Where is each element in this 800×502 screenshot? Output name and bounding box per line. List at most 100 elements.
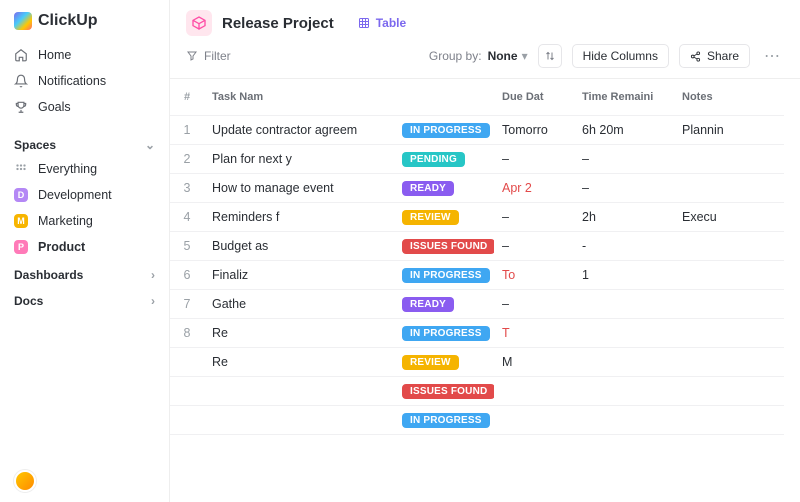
- cell-name: Re: [204, 349, 394, 375]
- cell-name: Plan for next y: [204, 146, 394, 172]
- cell-num: [170, 385, 204, 397]
- table-row[interactable]: ISSUES FOUND: [170, 377, 784, 406]
- cell-status: ISSUES FOUND: [394, 232, 494, 260]
- status-badge: ISSUES FOUND: [402, 239, 494, 254]
- sidebar-spaces-label: Spaces: [14, 138, 56, 152]
- space-item-development[interactable]: DDevelopment: [0, 182, 169, 208]
- table-row[interactable]: 3How to manage eventREADYApr 2–: [170, 174, 784, 203]
- groupby-selector[interactable]: Group by: None ▾: [429, 49, 528, 63]
- sidebar-label-home: Home: [38, 48, 71, 62]
- cell-name: Re: [204, 320, 394, 346]
- share-label: Share: [707, 49, 739, 63]
- col-notes[interactable]: Notes: [674, 85, 754, 109]
- col-num[interactable]: #: [170, 85, 204, 109]
- sort-button[interactable]: [538, 44, 562, 68]
- table-row[interactable]: 7GatheREADY–: [170, 290, 784, 319]
- sidebar-label-everything: Everything: [38, 162, 97, 176]
- status-badge: REVIEW: [402, 210, 459, 225]
- sidebar-dashboards-header[interactable]: Dashboards ›: [0, 260, 169, 286]
- sidebar-item-goals[interactable]: Goals: [0, 94, 169, 120]
- col-due[interactable]: Due Dat: [494, 85, 574, 109]
- cell-due: M: [494, 349, 574, 375]
- filter-button[interactable]: Filter: [186, 49, 231, 63]
- view-tab-label: Table: [376, 16, 406, 30]
- cell-due: Tomorro: [494, 117, 574, 143]
- space-item-product[interactable]: PProduct: [0, 234, 169, 260]
- cell-num: [170, 414, 204, 426]
- avatar[interactable]: [14, 470, 36, 492]
- sidebar-item-notifications[interactable]: Notifications: [0, 68, 169, 94]
- table-body: 1Update contractor agreemIN PROGRESSTomo…: [170, 116, 784, 435]
- cell-time: [574, 298, 674, 310]
- status-badge: ISSUES FOUND: [402, 384, 494, 399]
- space-badge-icon: D: [14, 188, 28, 202]
- share-button[interactable]: Share: [679, 44, 750, 68]
- sidebar-item-home[interactable]: Home: [0, 42, 169, 68]
- task-table: # Task Nam Due Dat Time Remaini Notes 1U…: [170, 79, 800, 502]
- cell-status: REVIEW: [394, 203, 494, 231]
- table-row[interactable]: IN PROGRESS: [170, 406, 784, 435]
- cell-due: –: [494, 291, 574, 317]
- groupby-value: None: [488, 49, 518, 63]
- cell-status: IN PROGRESS: [394, 406, 494, 434]
- cell-time: [574, 356, 674, 368]
- space-item-marketing[interactable]: MMarketing: [0, 208, 169, 234]
- table-row[interactable]: 2Plan for next yPENDING––: [170, 145, 784, 174]
- cell-num: 7: [170, 291, 204, 317]
- cell-name: Finaliz: [204, 262, 394, 288]
- cell-notes: [674, 356, 754, 368]
- share-icon: [690, 51, 701, 62]
- cell-time: 2h: [574, 204, 674, 230]
- status-badge: READY: [402, 297, 454, 312]
- cell-due: [494, 385, 574, 397]
- hide-columns-button[interactable]: Hide Columns: [572, 44, 669, 68]
- status-badge: REVIEW: [402, 355, 459, 370]
- chevron-down-icon: ▾: [522, 49, 528, 63]
- cell-status: IN PROGRESS: [394, 116, 494, 144]
- cell-status: PENDING: [394, 145, 494, 173]
- cell-due: [494, 414, 574, 426]
- cell-num: 2: [170, 146, 204, 172]
- cell-num: 4: [170, 204, 204, 230]
- col-time[interactable]: Time Remaini: [574, 85, 674, 109]
- cell-time: –: [574, 146, 674, 172]
- cell-time: 6h 20m: [574, 117, 674, 143]
- sidebar-spaces-header[interactable]: Spaces ⌄: [0, 130, 169, 156]
- cell-num: 3: [170, 175, 204, 201]
- cell-num: [170, 356, 204, 368]
- cell-notes: [674, 269, 754, 281]
- cell-num: 8: [170, 320, 204, 346]
- table-row[interactable]: 5Budget asISSUES FOUND–-: [170, 232, 784, 261]
- table-row[interactable]: 4Reminders fREVIEW–2hExecu: [170, 203, 784, 232]
- table-row[interactable]: 1Update contractor agreemIN PROGRESSTomo…: [170, 116, 784, 145]
- cell-notes: [674, 385, 754, 397]
- view-tab-table[interactable]: Table: [358, 16, 406, 30]
- sidebar-label-goals: Goals: [38, 100, 71, 114]
- table-row[interactable]: 8ReIN PROGRESST: [170, 319, 784, 348]
- cell-notes: Execu: [674, 204, 754, 230]
- sidebar-label-dashboards: Dashboards: [14, 268, 83, 282]
- toolbar: Filter Group by: None ▾ Hide Columns Sha…: [170, 36, 800, 79]
- cell-name: Update contractor agreem: [204, 117, 394, 143]
- cell-name: [204, 385, 394, 397]
- cell-time: [574, 414, 674, 426]
- table-icon: [358, 17, 370, 29]
- sidebar-docs-header[interactable]: Docs ›: [0, 286, 169, 312]
- cell-notes: [674, 414, 754, 426]
- filter-icon: [186, 50, 198, 62]
- space-label: Product: [38, 240, 85, 254]
- sidebar-label-docs: Docs: [14, 294, 43, 308]
- project-title: Release Project: [222, 15, 334, 32]
- cell-notes: [674, 182, 754, 194]
- sidebar: ClickUp Home Notifications Goals: [0, 0, 170, 502]
- filter-label: Filter: [204, 49, 231, 63]
- status-badge: IN PROGRESS: [402, 123, 490, 138]
- table-row[interactable]: Re REVIEW M: [170, 348, 784, 377]
- bell-icon: [14, 74, 28, 88]
- col-name[interactable]: Task Nam: [204, 85, 394, 109]
- space-badge-icon: M: [14, 214, 28, 228]
- cell-due: T: [494, 320, 574, 346]
- more-button[interactable]: ⋯: [760, 46, 784, 66]
- sidebar-item-everything[interactable]: Everything: [0, 156, 169, 182]
- table-row[interactable]: 6FinalizIN PROGRESSTo1: [170, 261, 784, 290]
